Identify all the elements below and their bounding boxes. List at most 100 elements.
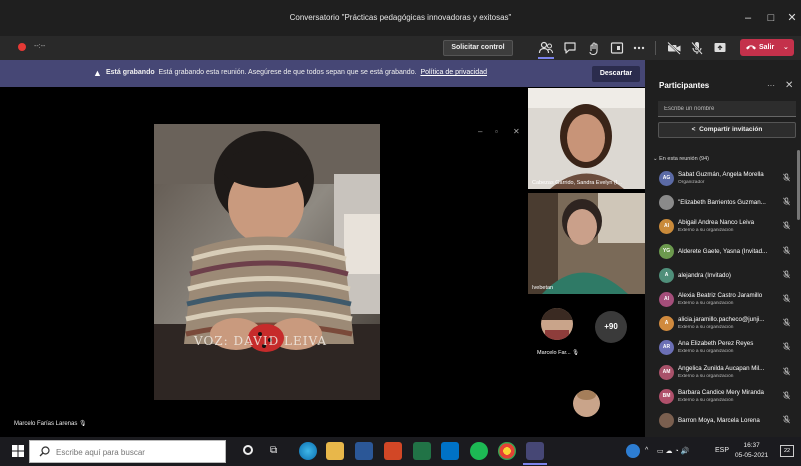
participant-name: Ana Elizabeth Perez Reyes bbox=[678, 340, 754, 348]
participant-video-tile[interactable]: Cabezas Garrido, Sandra Evelyn (I... bbox=[528, 88, 645, 189]
avatar: A bbox=[659, 267, 674, 283]
dismiss-button[interactable]: Descartar bbox=[592, 66, 640, 82]
participant-name: alicia.jaramillo.pacheco@junji... bbox=[678, 316, 765, 324]
avatar bbox=[659, 413, 674, 428]
participant-subtitle: Externo a su organización bbox=[678, 325, 734, 331]
share-icon: < bbox=[691, 126, 696, 133]
participant-video-tile[interactable]: Marcelo Far... 🎙 bbox=[528, 300, 588, 362]
tray-icons[interactable]: ▭ ☁ ◔ 🔊 bbox=[657, 447, 689, 455]
participant-subtitle: Externo a su organización bbox=[678, 373, 734, 379]
participant-row[interactable]: Barron Moya, Marcela Lorena bbox=[653, 410, 797, 434]
leave-label: Salir bbox=[759, 44, 775, 51]
search-icon bbox=[39, 446, 50, 457]
share-screen-icon[interactable] bbox=[712, 40, 728, 56]
mic-muted-icon bbox=[782, 221, 791, 230]
chat-icon[interactable] bbox=[562, 40, 578, 56]
window-title-bar: Conversatorio "Prácticas pedagógicas inn… bbox=[0, 0, 801, 36]
meeting-toolbar: --:-- Solicitar control Salir ⌄ bbox=[0, 36, 801, 60]
panel-scrollbar[interactable] bbox=[797, 150, 800, 220]
chrome-icon[interactable] bbox=[498, 442, 516, 460]
participant-name: Sabat Guzmán, Angela Morella bbox=[678, 171, 764, 178]
participant-row[interactable]: AR Ana Elizabeth Perez Reyes Externo a su … bbox=[653, 337, 797, 361]
participant-video-image bbox=[528, 193, 645, 294]
breakout-rooms-icon[interactable] bbox=[609, 40, 625, 56]
stage-minimize-icon[interactable]: – bbox=[478, 127, 482, 136]
word-icon[interactable] bbox=[355, 442, 373, 460]
overflow-participants-count[interactable]: +90 bbox=[595, 311, 627, 343]
avatar: YG bbox=[659, 243, 674, 259]
taskbar-search-input[interactable] bbox=[56, 446, 216, 458]
participants-panel: Participantes ··· ✕ < Compartir invitaci… bbox=[645, 60, 801, 437]
language-indicator[interactable]: ESP bbox=[715, 447, 729, 454]
privacy-policy-link[interactable]: Política de privacidad bbox=[420, 69, 487, 76]
avatar[interactable] bbox=[573, 390, 600, 417]
outlook-icon[interactable] bbox=[441, 442, 459, 460]
close-window-button[interactable]: ✕ bbox=[782, 10, 801, 26]
participant-video-image bbox=[528, 88, 645, 189]
task-view-icon[interactable]: ⧉ bbox=[270, 445, 277, 456]
stage-close-icon[interactable]: ✕ bbox=[513, 127, 520, 136]
avatar: AI bbox=[659, 292, 674, 307]
teams-icon[interactable] bbox=[526, 442, 544, 460]
share-invite-button[interactable]: < Compartir invitación bbox=[658, 122, 796, 138]
mic-muted-icon bbox=[782, 318, 791, 327]
participant-row[interactable]: YG Alderete Gaete, Yasna (Invitad... bbox=[653, 241, 797, 265]
mic-off-icon[interactable] bbox=[689, 40, 705, 56]
minimize-button[interactable]: – bbox=[738, 10, 758, 26]
banner-text: Está grabando Está grabando esta reunión… bbox=[106, 69, 487, 76]
avatar bbox=[541, 308, 573, 340]
windows-start-icon[interactable] bbox=[12, 445, 24, 457]
video-watermark: VOZ: DAVID LEIVA bbox=[194, 334, 328, 348]
file-explorer-icon[interactable] bbox=[326, 442, 344, 460]
avatar: AM bbox=[659, 364, 674, 380]
search-participant-input[interactable] bbox=[658, 101, 796, 117]
participant-row[interactable]: AG Sabat Guzmán, Angela Morella Organizado… bbox=[653, 168, 797, 192]
powerpoint-icon[interactable] bbox=[384, 442, 402, 460]
cortana-icon[interactable] bbox=[243, 445, 253, 455]
participant-row[interactable]: AM Angelica Zunilda Aucapan Mil... Externo… bbox=[653, 362, 797, 386]
chevron-down-icon[interactable]: ⌄ bbox=[783, 39, 789, 56]
recording-banner: ▲ Está grabando Está grabando esta reuni… bbox=[0, 60, 645, 87]
active-app-indicator bbox=[523, 463, 547, 465]
main-video-stage: – ▫ ✕ VOZ: DAVID LEIVA bbox=[8, 87, 526, 437]
participant-name: Angelica Zunilda Aucapan Mil... bbox=[678, 364, 765, 372]
mic-muted-icon bbox=[782, 294, 791, 303]
participant-row[interactable]: "Elizabeth Barrientos Guzman... bbox=[653, 192, 797, 216]
participant-name: Barron Moya, Marcela Lorena bbox=[678, 417, 760, 424]
more-actions-icon[interactable] bbox=[631, 40, 647, 56]
participants-toggle-icon[interactable] bbox=[538, 40, 554, 56]
mic-muted-icon bbox=[782, 197, 791, 206]
close-icon[interactable]: ✕ bbox=[785, 80, 793, 91]
participant-video-tile[interactable]: Ivebetan bbox=[528, 193, 645, 294]
recording-timer: --:-- bbox=[34, 43, 46, 50]
tile-label: Marcelo Far... 🎙 bbox=[537, 350, 580, 356]
participant-row[interactable]: AI Abigail Andrea Ñanco Leiva Externo a su… bbox=[653, 216, 797, 240]
spotify-icon[interactable] bbox=[470, 442, 488, 460]
tray-app-icon[interactable] bbox=[626, 444, 640, 458]
participant-row[interactable]: BM Barbara Candice Mery Miranda Externo a … bbox=[653, 386, 797, 410]
tray-chevron-icon[interactable]: ^ bbox=[645, 447, 648, 454]
edge-icon[interactable] bbox=[299, 442, 317, 460]
in-meeting-header[interactable]: ⌄ En esta reunión (94) bbox=[653, 156, 709, 162]
child-playdough-image bbox=[154, 124, 380, 400]
mic-muted-icon bbox=[782, 415, 791, 424]
taskbar-search[interactable] bbox=[29, 440, 226, 463]
stage-popout-icon[interactable]: ▫ bbox=[495, 127, 498, 136]
share-invite-label: Compartir invitación bbox=[699, 126, 763, 133]
tile-name: Ivebetan bbox=[532, 285, 554, 291]
participant-name: Alderete Gaete, Yasna (Invitad... bbox=[678, 247, 768, 255]
tile-name: Cabezas Garrido, Sandra Evelyn (I... bbox=[532, 180, 622, 186]
maximize-button[interactable]: □ bbox=[761, 10, 781, 26]
participant-row[interactable]: Aalejandra (Invitado) bbox=[653, 265, 797, 289]
reactions-icon[interactable] bbox=[586, 40, 602, 56]
participant-name: Alexia Beatriz Castro Jaramillo bbox=[678, 292, 763, 299]
leave-button[interactable]: Salir ⌄ bbox=[740, 39, 794, 56]
camera-off-icon[interactable] bbox=[666, 40, 682, 56]
request-control-button[interactable]: Solicitar control bbox=[443, 40, 513, 56]
participant-row[interactable]: AI Alexia Beatriz Castro Jaramillo Externo… bbox=[653, 289, 797, 313]
more-options-icon[interactable]: ··· bbox=[767, 81, 775, 90]
notification-center-icon[interactable]: 22 bbox=[780, 445, 794, 457]
system-clock[interactable]: 16:37 05-05-2021 bbox=[735, 441, 768, 461]
participant-row[interactable]: Aalicia.jaramillo.pacheco@junji... Extern… bbox=[653, 313, 797, 337]
excel-icon[interactable] bbox=[413, 442, 431, 460]
